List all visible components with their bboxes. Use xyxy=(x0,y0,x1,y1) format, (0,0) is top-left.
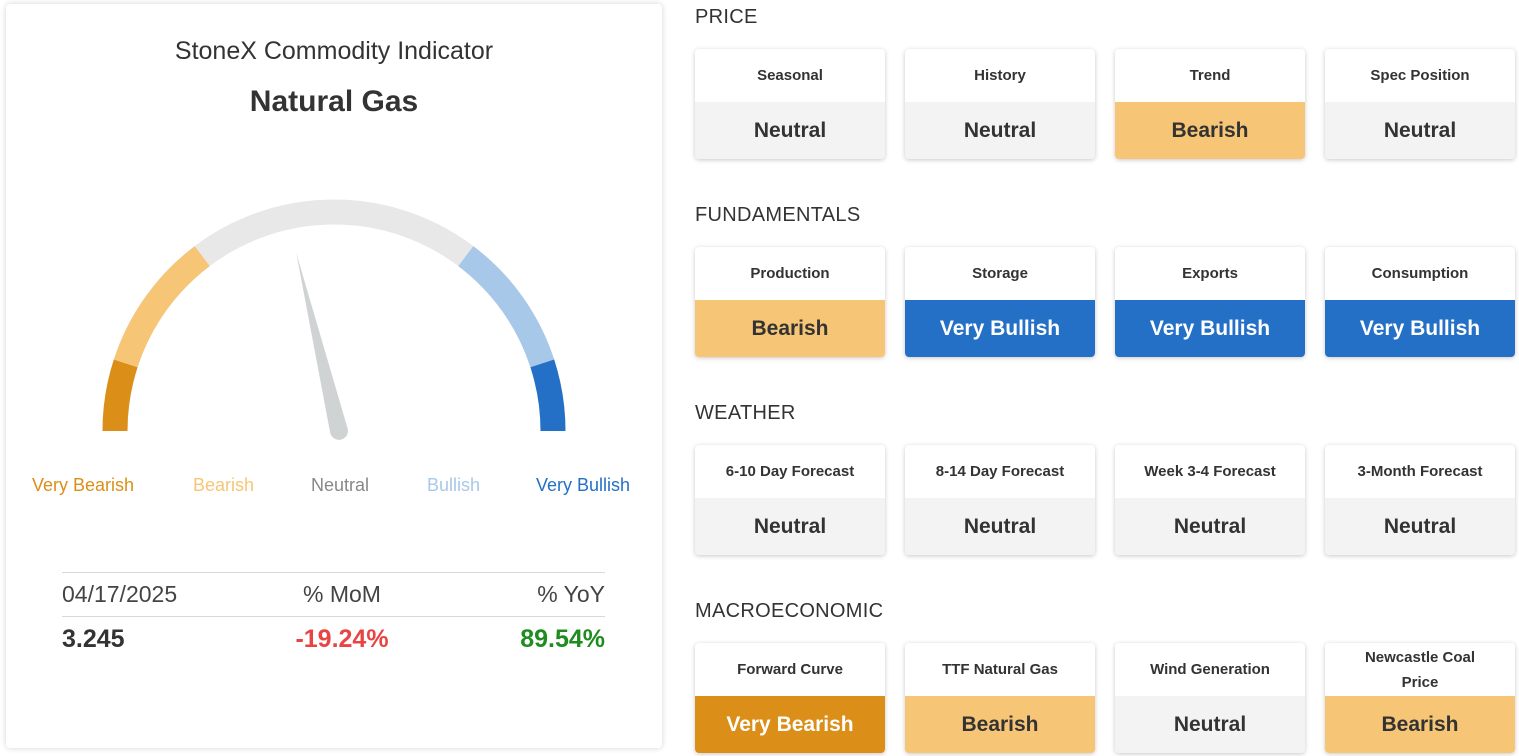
indicator-card-week-3-4-forecast[interactable]: Week 3-4 Forecast Neutral xyxy=(1115,445,1305,555)
stats-mom-value: -19.24% xyxy=(295,624,389,653)
indicator-card-storage[interactable]: Storage Very Bullish xyxy=(905,247,1095,357)
card-status-value: Bearish xyxy=(695,300,885,357)
card-label: Forward Curve xyxy=(737,661,843,678)
indicator-card-history[interactable]: History Neutral xyxy=(905,49,1095,159)
indicator-card-8-14-day-forecast[interactable]: 8-14 Day Forecast Neutral xyxy=(905,445,1095,555)
card-label: Week 3-4 Forecast xyxy=(1144,463,1276,480)
section-title-weather: WEATHER xyxy=(695,402,796,424)
indicator-card-production[interactable]: Production Bearish xyxy=(695,247,885,357)
stats-header-row: 04/17/2025 % MoM % YoY xyxy=(62,572,605,617)
section-title-fundamentals: FUNDAMENTALS xyxy=(695,204,861,226)
section-title-macroeconomic: MACROECONOMIC xyxy=(695,600,884,622)
indicator-card-consumption[interactable]: Consumption Very Bullish xyxy=(1325,247,1515,357)
stats-price: 3.245 xyxy=(62,624,125,653)
card-status-value: Neutral xyxy=(1115,498,1305,555)
gauge-label-very-bearish: Very Bearish xyxy=(32,475,135,495)
card-label: History xyxy=(974,67,1026,84)
card-label: Newcastle Coal Price xyxy=(1364,648,1476,691)
sentiment-gauge xyxy=(102,199,566,440)
card-status-value: Neutral xyxy=(1325,102,1515,159)
card-label: Wind Generation xyxy=(1150,661,1270,678)
card-label: Exports xyxy=(1182,265,1238,282)
card-status-value: Very Bullish xyxy=(1115,300,1305,357)
stats-values-row: 3.245 -19.24% 89.54% xyxy=(62,617,605,661)
card-status-value: Bearish xyxy=(1325,696,1515,753)
gauge-label-very-bullish: Very Bullish xyxy=(536,475,631,495)
card-label: Consumption xyxy=(1371,265,1469,282)
gauge-label-bullish: Bullish xyxy=(427,475,481,495)
card-label: Seasonal xyxy=(757,67,823,84)
gauge-segment-bullish xyxy=(458,246,555,368)
stats-mom-label: % MoM xyxy=(303,581,381,607)
card-label: 6-10 Day Forecast xyxy=(725,463,855,480)
indicator-card-spec-position[interactable]: Spec Position Neutral xyxy=(1325,49,1515,159)
card-label: 8-14 Day Forecast xyxy=(935,463,1065,480)
card-status-value: Neutral xyxy=(695,498,885,555)
stats-yoy-value: 89.54% xyxy=(520,624,605,653)
price-stats: 04/17/2025 % MoM % YoY 3.245 -19.24% 89.… xyxy=(62,572,605,661)
indicator-card-6-10-day-forecast[interactable]: 6-10 Day Forecast Neutral xyxy=(695,445,885,555)
indicator-card-ttf-natural-gas[interactable]: TTF Natural Gas Bearish xyxy=(905,643,1095,753)
indicator-card-wind-generation[interactable]: Wind Generation Neutral xyxy=(1115,643,1305,753)
indicator-card-3-month-forecast[interactable]: 3-Month Forecast Neutral xyxy=(1325,445,1515,555)
commodity-indicator-panel: StoneX Commodity Indicator Natural Gas V… xyxy=(6,4,662,748)
stats-yoy-label: % YoY xyxy=(537,581,605,607)
card-label: TTF Natural Gas xyxy=(942,661,1058,678)
indicator-card-forward-curve[interactable]: Forward Curve Very Bearish xyxy=(695,643,885,753)
card-status-value: Very Bearish xyxy=(695,696,885,753)
stats-date: 04/17/2025 xyxy=(62,581,178,607)
gauge-segment-very-bullish xyxy=(530,359,566,432)
card-status-value: Neutral xyxy=(1325,498,1515,555)
card-status-value: Very Bullish xyxy=(905,300,1095,357)
gauge-segment-bearish xyxy=(113,246,210,368)
gauge-needle xyxy=(296,253,348,440)
card-status-value: Neutral xyxy=(905,498,1095,555)
indicator-card-newcastle-coal-price[interactable]: Newcastle Coal Price Bearish xyxy=(1325,643,1515,753)
card-status-value: Very Bullish xyxy=(1325,300,1515,357)
indicator-card-exports[interactable]: Exports Very Bullish xyxy=(1115,247,1305,357)
section-title-price: PRICE xyxy=(695,6,758,28)
card-status-value: Neutral xyxy=(1115,696,1305,753)
indicator-card-seasonal[interactable]: Seasonal Neutral xyxy=(695,49,885,159)
card-label: 3-Month Forecast xyxy=(1357,463,1483,480)
gauge-segment-very-bearish xyxy=(102,359,138,432)
card-label: Production xyxy=(750,265,830,282)
card-label: Storage xyxy=(972,265,1028,282)
card-label: Trend xyxy=(1189,67,1231,84)
card-label: Spec Position xyxy=(1370,67,1470,84)
card-status-value: Bearish xyxy=(905,696,1095,753)
card-status-value: Neutral xyxy=(905,102,1095,159)
card-status-value: Neutral xyxy=(695,102,885,159)
gauge-label-bearish: Bearish xyxy=(193,475,255,495)
gauge-label-neutral: Neutral xyxy=(311,475,370,495)
card-status-value: Bearish xyxy=(1115,102,1305,159)
indicator-card-trend[interactable]: Trend Bearish xyxy=(1115,49,1305,159)
